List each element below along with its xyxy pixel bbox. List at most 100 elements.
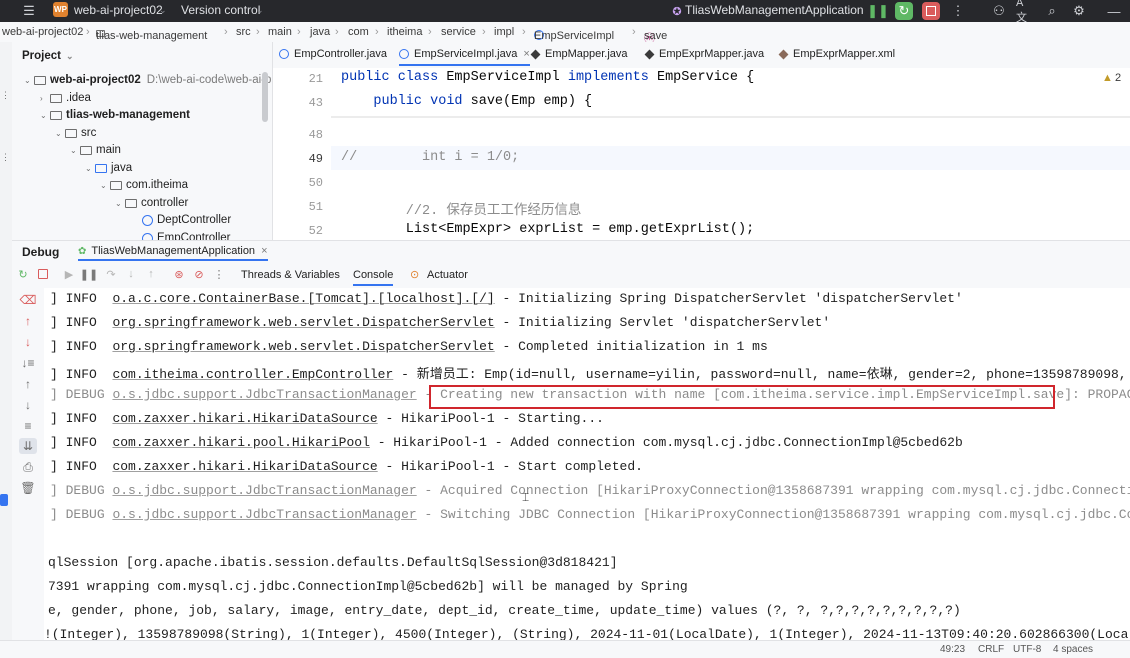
code-editor[interactable]: public class EmpServiceImpl implements E…	[331, 68, 1130, 240]
log-line: ] INFO org.springframework.web.servlet.D…	[50, 339, 768, 354]
log-line: ] INFO com.zaxxer.hikari.pool.HikariPool…	[50, 435, 963, 450]
minimize-icon[interactable]: —	[1105, 2, 1123, 20]
tree-item[interactable]: ⌄ src	[55, 124, 96, 142]
breadcrumb-separator: ›	[428, 26, 432, 38]
run-config-icon: ✪	[672, 5, 682, 18]
run-config-dropdown[interactable]: TliasWebManagementApplication	[685, 3, 864, 17]
tab-actuator[interactable]: Actuator	[427, 269, 468, 281]
tree-item[interactable]: ⌄ java	[85, 159, 132, 177]
user-icon[interactable]: ⚇	[990, 2, 1008, 20]
scroll-down-icon[interactable]: ↓	[19, 397, 37, 413]
tab-empmapper[interactable]: EmpMapper.java	[530, 48, 628, 60]
more-icon[interactable]: ⋮	[212, 267, 226, 281]
tab-threads-variables[interactable]: Threads & Variables	[241, 269, 340, 281]
line-number: 49	[308, 152, 323, 166]
indent-setting[interactable]: 4 spaces	[1053, 644, 1093, 655]
clear-icon[interactable]: ⌫	[19, 292, 37, 308]
breadcrumb-item[interactable]: itheima	[387, 26, 422, 38]
mute-breakpoints-icon[interactable]: ⊘	[192, 267, 206, 281]
tree-item[interactable]: DeptController	[142, 211, 231, 229]
chevron-down-icon: ⌄	[66, 50, 74, 61]
breadcrumb-item[interactable]: service	[441, 26, 476, 38]
log-line: ] INFO com.zaxxer.hikari.HikariDataSourc…	[50, 411, 604, 426]
arrow-up-icon[interactable]: ↑	[19, 313, 37, 329]
code-line: public class EmpServiceImpl implements E…	[341, 70, 755, 85]
breadcrumb-item[interactable]: main	[268, 26, 292, 38]
commit-icon[interactable]: ⋮	[1, 152, 10, 163]
tab-empexprmapper[interactable]: EmpExprMapper.java	[644, 48, 764, 60]
breadcrumb-item[interactable]: com	[348, 26, 369, 38]
tab-console[interactable]: Console	[353, 269, 394, 286]
project-scrollbar[interactable]	[262, 72, 268, 122]
log-line: e, gender, phone, job, salary, image, en…	[48, 603, 961, 618]
tab-empcontroller[interactable]: EmpController.java	[279, 48, 387, 60]
breadcrumb-separator: ›	[335, 26, 339, 38]
trash-icon[interactable]: 🗑	[19, 480, 37, 496]
debug-session-tab[interactable]: ✿ TliasWebManagementApplication ×	[78, 245, 268, 261]
view-breakpoints-icon[interactable]: ⊛	[172, 267, 186, 281]
console-output[interactable]: ] INFO o.a.c.core.ContainerBase.[Tomcat]…	[44, 288, 1130, 640]
arrow-down-icon[interactable]: ↓	[19, 334, 37, 350]
source-folder-icon	[95, 163, 107, 173]
breadcrumb-item[interactable]: java	[310, 26, 330, 38]
project-badge: WP	[53, 2, 68, 17]
print-icon[interactable]: ⎙	[19, 459, 37, 475]
line-separator[interactable]: CRLF	[978, 644, 1004, 655]
soft-wrap-icon[interactable]: ≡	[19, 418, 37, 434]
interface-icon	[644, 49, 655, 59]
code-line: public void save(Emp emp) {	[373, 94, 593, 109]
tab-empexprmapper-xml[interactable]: EmpExprMapper.xml	[778, 48, 895, 60]
structure-icon[interactable]: ⋮	[1, 90, 10, 101]
breadcrumb-separator: ›	[86, 26, 90, 38]
rerun-icon[interactable]: ↻	[895, 2, 913, 20]
tree-item[interactable]: ⌄ main	[70, 141, 121, 159]
stop-icon[interactable]	[36, 267, 50, 281]
step-out-icon[interactable]: ↑	[144, 267, 158, 281]
package-icon	[125, 198, 137, 208]
project-panel-title[interactable]: Project ⌄	[22, 47, 74, 65]
more-actions-icon[interactable]: ⋮	[949, 2, 967, 20]
breadcrumb-item[interactable]: web-ai-project02	[2, 26, 83, 38]
sort-icon[interactable]: ↓≡	[19, 355, 37, 371]
project-name-dropdown[interactable]: web-ai-project02	[74, 3, 163, 17]
tree-item[interactable]: EmpController	[142, 229, 231, 240]
debug-tool-icon[interactable]	[0, 494, 8, 506]
breadcrumb-item[interactable]: src	[236, 26, 251, 38]
tree-item[interactable]: › .idea	[40, 89, 91, 107]
step-over-icon[interactable]: ↷	[104, 267, 118, 281]
search-icon[interactable]: ⌕	[1043, 2, 1061, 20]
debug-header: Debug ✿ TliasWebManagementApplication ×	[12, 240, 1130, 263]
scroll-to-end-icon[interactable]: ⇊	[19, 438, 37, 454]
hamburger-menu-icon[interactable]: ☰	[20, 2, 38, 20]
editor-gutter: 21 43 48 49 50 51 52	[273, 68, 331, 240]
pause-icon[interactable]: ❚❚	[867, 2, 889, 20]
step-into-icon[interactable]: ↓	[124, 267, 138, 281]
module-icon	[34, 75, 46, 85]
file-encoding[interactable]: UTF-8	[1013, 644, 1041, 655]
stop-button[interactable]	[922, 2, 940, 20]
breadcrumb-separator: ›	[256, 26, 260, 38]
tree-item[interactable]: ⌄ controller	[115, 194, 188, 212]
warning-icon[interactable]: ▲	[1102, 72, 1113, 84]
breadcrumb-item[interactable]: impl	[494, 26, 514, 38]
warning-count[interactable]: 2	[1115, 72, 1121, 84]
scroll-up-icon[interactable]: ↑	[19, 376, 37, 392]
code-line: // int i = 1/0;	[341, 150, 520, 165]
cursor-position[interactable]: 49:23	[940, 644, 965, 655]
sticky-lines-divider	[331, 116, 1130, 118]
line-number: 50	[308, 176, 323, 190]
tab-empserviceimpl[interactable]: EmpServiceImpl.java ×	[399, 48, 530, 66]
tree-item[interactable]: ⌄ web-ai-project02 D:\web-ai-code\web-ai-p	[24, 71, 271, 89]
pause-icon[interactable]: ❚❚	[80, 267, 98, 281]
rerun-icon[interactable]: ↻	[16, 267, 30, 281]
line-number: 52	[308, 224, 323, 238]
resume-icon[interactable]: ▶	[62, 267, 76, 281]
gear-icon[interactable]: ⚙	[1070, 2, 1088, 20]
line-number: 51	[308, 200, 323, 214]
vcs-dropdown[interactable]: Version control	[181, 3, 260, 17]
chevron-down-icon: ⌄	[115, 198, 122, 208]
log-line: 7391 wrapping com.mysql.cj.jdbc.Connecti…	[48, 579, 688, 594]
translate-icon[interactable]: A文	[1016, 0, 1034, 24]
tree-item[interactable]: ⌄ tlias-web-management	[40, 106, 190, 124]
tree-item[interactable]: ⌄ com.itheima	[100, 176, 188, 194]
